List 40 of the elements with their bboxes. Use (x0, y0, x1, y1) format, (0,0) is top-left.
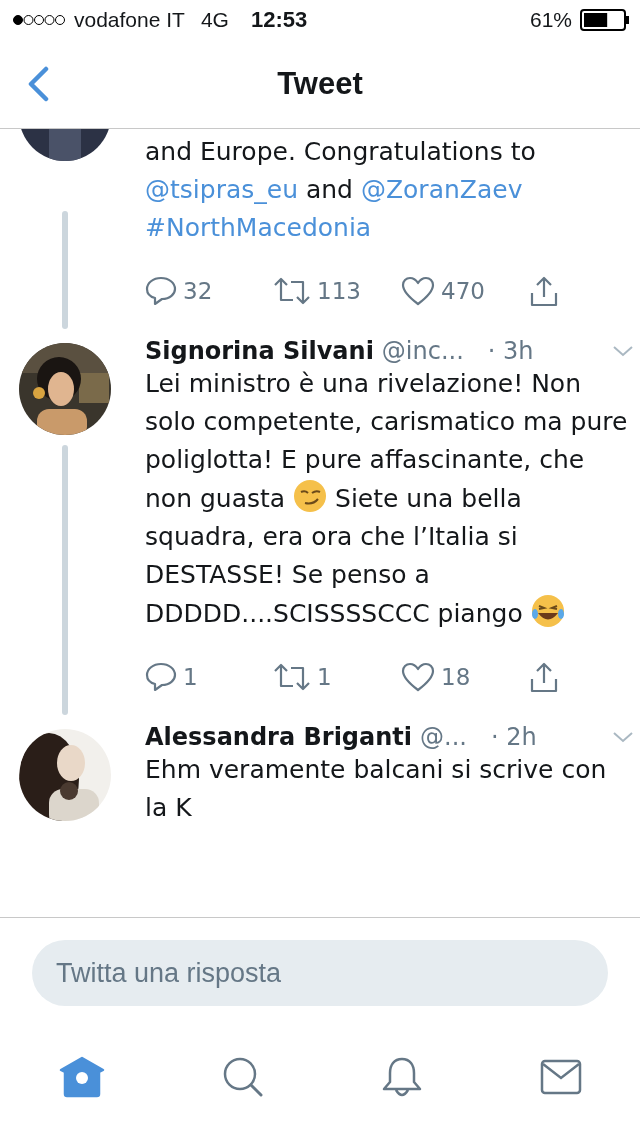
tweet-text: Ehm veramente balcani si scrive con la K (145, 754, 608, 824)
retweet-count: 1 (317, 664, 332, 690)
like-count: 18 (441, 664, 471, 690)
like-count: 470 (441, 278, 485, 304)
screen-title: Tweet (277, 66, 363, 102)
share-icon[interactable] (529, 275, 559, 307)
signal-icon (12, 13, 66, 27)
battery-percent: 61% (529, 8, 572, 32)
author-name[interactable]: Signorina Silvani (145, 337, 374, 365)
smirking-face-icon (293, 479, 328, 513)
retweet-count: 113 (317, 278, 361, 304)
heart-icon[interactable] (401, 276, 435, 306)
tweet-text: and Europe. Congratulations to @tsipras_eu and @ZoranZaev #NorthMacedonia (145, 136, 537, 244)
mail-tab[interactable] (539, 1059, 582, 1095)
carrier-name: vodafone IT (74, 8, 185, 32)
battery-icon (580, 9, 630, 31)
retweet-icon[interactable] (273, 276, 311, 306)
reply-icon[interactable] (145, 662, 177, 692)
share-icon[interactable] (529, 661, 559, 693)
author-handle: @inc... (381, 337, 464, 365)
retweet-icon[interactable] (273, 662, 311, 692)
search-tab[interactable] (221, 1056, 264, 1098)
tweet-time: · 2h (490, 723, 537, 751)
heart-icon[interactable] (401, 662, 435, 692)
reply-input-field[interactable]: Twitta una risposta (32, 940, 608, 1006)
reply-count: 1 (183, 664, 198, 690)
author-name[interactable]: Alessandra Briganti (145, 723, 412, 751)
network-type: 4G (200, 8, 229, 32)
tweet-time: · 3h (487, 337, 534, 365)
laughing-face-icon (530, 594, 565, 628)
tweet-text: Lei ministro è una rivelazione! Non solo competente, carismatico ma pure poliglotta! E pure affascinante, che non guasta Siete una bella squadra, era ora che l’Italia si DESTASSE! Se penso a DDDDD....SCISSSSCCC piango (145, 368, 629, 630)
author-handle: @... (420, 723, 467, 751)
bell-tab[interactable] (380, 1056, 423, 1098)
reply-icon[interactable] (145, 276, 177, 306)
tweet-link[interactable]: #NorthMacedonia (145, 213, 372, 242)
reply-count: 32 (183, 278, 213, 304)
home-tab[interactable] (58, 1056, 105, 1098)
tweet-link[interactable]: @tsipras_eu (145, 175, 298, 204)
tweet-link[interactable]: @ZoranZaev (360, 175, 523, 204)
clock-time: 12:53 (250, 7, 308, 33)
